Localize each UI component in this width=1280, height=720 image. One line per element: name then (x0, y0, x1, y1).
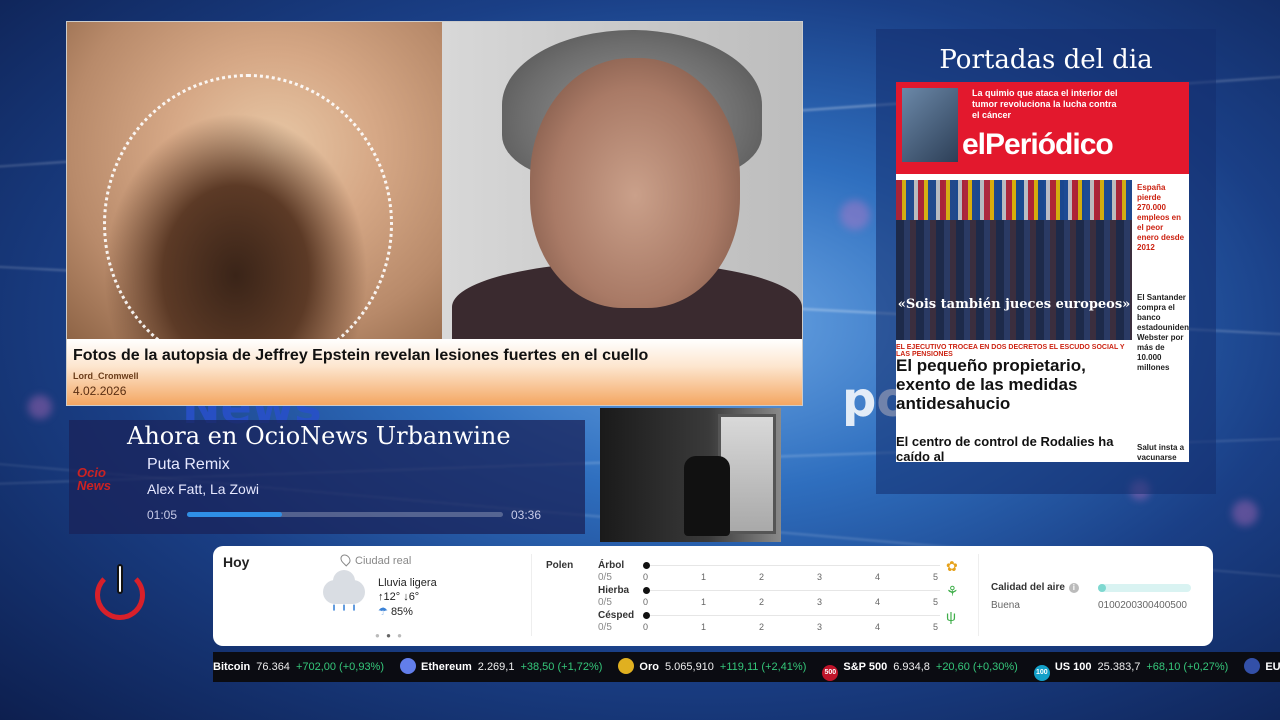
track-artist: Alex Fatt, La Zowi (147, 481, 260, 497)
ticker-change: +20,60 (+0,30%) (935, 661, 1018, 673)
portrait-photo (442, 22, 802, 352)
ticker-price: 5.065,910 (664, 661, 714, 673)
ticker-name: EU (1265, 661, 1280, 673)
news-headline[interactable]: Fotos de la autopsia de Jeffrey Epstein … (73, 347, 798, 365)
polen-name: Césped (598, 610, 635, 621)
ticker-asset-icon: 100 (1033, 665, 1050, 681)
news-caption: Fotos de la autopsia de Jeffrey Epstein … (67, 339, 802, 405)
ticker-price: 76.364 (256, 661, 290, 673)
paper-thumbnail (902, 88, 958, 162)
ticker-item: 500 S&P 500 6.934,8 +20,60 (+0,30%) (822, 652, 1018, 682)
polen-value: 0/5 (598, 622, 612, 633)
portadas-title: Portadas del dia (939, 45, 1153, 75)
polen-name: Hierba (598, 585, 630, 596)
paper-photo (896, 180, 1132, 340)
umbrella-icon: ☂ (378, 606, 388, 618)
ticker-name: S&P 500 (843, 661, 888, 673)
air-quality-scale: 0100200300400500 (1098, 600, 1187, 611)
progress-bar[interactable] (187, 512, 503, 517)
ticker-asset-icon (400, 658, 417, 674)
portadas-panel: Portadas del dia La quimio que ataca el … (876, 29, 1216, 494)
ticker-change: +38,50 (+1,72%) (520, 661, 603, 673)
paper-side-story-1: España pierde 270.000 empleos en el peor… (1137, 183, 1185, 252)
ticker-asset-icon (618, 658, 635, 674)
paper-side-story-2: El Santander compra el banco estadounide… (1137, 293, 1189, 372)
ticker-price: 2.269,1 (477, 661, 515, 673)
ticker-asset-icon: 500 (822, 665, 839, 681)
webcam-chair (684, 456, 730, 536)
polen-row-cesped: Césped 0/5 012345 ψ (598, 608, 956, 633)
humidity-value: 85% (390, 606, 413, 618)
power-icon-stem (117, 564, 123, 594)
paper-main-headline: El pequeño propietario, exento de las me… (896, 356, 1086, 413)
weather-humidity: ☂ 85% (378, 605, 413, 618)
paper-second-headline: El centro de control de Rodalies ha caíd… (896, 434, 1114, 462)
ticker-price: 6.934,8 (893, 661, 930, 673)
progress-fill (187, 512, 282, 517)
ticker-change: +119,11 (+2,41%) (719, 661, 807, 673)
market-ticker: Bitcoin 76.364 +702,00 (+0,93%) Ethereum 2.2… (213, 652, 1280, 682)
track-title: Puta Remix (147, 456, 230, 473)
news-date: 4.02.2026 (73, 384, 127, 398)
weather-location: Ciudad real (338, 552, 412, 567)
polen-row-hierba: Hierba 0/5 012345 ⚘ (598, 583, 959, 608)
weather-location-label: Ciudad real (355, 555, 412, 567)
ticker-name: Oro (639, 661, 659, 673)
time-current: 01:05 (147, 508, 178, 522)
paper-side-story-3: Salut insta a vacunarse de sarampión a l… (1137, 443, 1185, 462)
tree-icon: ✿ (946, 558, 958, 574)
ticker-item: Bitcoin 76.364 +702,00 (+0,93%) (213, 652, 384, 682)
ticker-item: EU (1244, 652, 1280, 682)
weather-widget: Hoy Ciudad real ╹╹╹ Lluvia ligera ↑12° ↓… (213, 546, 1213, 646)
ticker-name: Bitcoin (213, 661, 251, 673)
info-icon[interactable]: i (1068, 583, 1079, 593)
ticker-change: +68,10 (+0,27%) (1146, 661, 1229, 673)
air-quality-label: Calidad del aire i (991, 582, 1079, 593)
news-author: Lord_Cromwell (73, 371, 139, 381)
ticker-item: Ethereum 2.269,1 +38,50 (+1,72%) (400, 652, 602, 682)
ticker-name: US 100 (1054, 661, 1092, 673)
rain-drops-icon: ╹╹╹ (331, 606, 362, 617)
polen-label: Polen (546, 560, 574, 571)
webcam-feed (600, 408, 781, 542)
weather-day: Hoy (223, 554, 250, 570)
newspaper-cover[interactable]: La quimio que ataca el interior del tumo… (896, 82, 1189, 462)
ticker-price: 25.383,7 (1097, 661, 1141, 673)
herb-icon: ⚘ (946, 583, 959, 599)
polen-name: Árbol (598, 560, 625, 571)
polen-value: 0/5 (598, 572, 612, 583)
ticker-item: 100 US 100 25.383,7 +68,10 (+0,27%) (1033, 652, 1229, 682)
highlight-ring (103, 74, 393, 374)
ticker-asset-icon (1244, 658, 1261, 674)
paper-sidebar: España pierde 270.000 empleos en el peor… (1134, 180, 1189, 462)
polen-row-arbol: Árbol 0/5 012345 ✿ (598, 558, 958, 583)
weather-temp: ↑12° ↓6° (378, 591, 420, 603)
time-total: 03:36 (511, 508, 542, 522)
air-quality-bar (1098, 584, 1191, 592)
paper-header: La quimio que ataca el interior del tumo… (896, 82, 1189, 174)
now-playing-title: Ahora en OcioNews Urbanwine (127, 422, 511, 450)
station-logo: Ocio News (77, 465, 111, 493)
polen-value: 0/5 (598, 597, 612, 608)
weather-condition: Lluvia ligera (378, 577, 437, 589)
paper-logo: elPeriódico (962, 128, 1114, 161)
air-quality-status: Buena (991, 600, 1020, 611)
ticker-item: Oro 5.065,910 +119,11 (+2,41%) (618, 652, 806, 682)
rain-cloud-icon (323, 570, 365, 604)
air-quality-title: Calidad del aire (991, 582, 1065, 593)
ticker-name: Ethereum (421, 661, 472, 673)
paper-photo-quote: «Sois también jueces europeos» (897, 297, 1131, 312)
news-video-panel[interactable]: Fotos de la autopsia de Jeffrey Epstein … (66, 21, 803, 406)
paper-teaser: La quimio que ataca el interior del tumo… (972, 88, 1118, 120)
now-playing-panel: Ahora en OcioNews Urbanwine Ocio News Pu… (69, 420, 585, 534)
ticker-change: +702,00 (+0,93%) (295, 661, 385, 673)
carousel-dots[interactable]: ● ● ● (375, 631, 404, 640)
grass-icon: ψ (946, 608, 956, 624)
location-pin-icon (338, 552, 353, 567)
